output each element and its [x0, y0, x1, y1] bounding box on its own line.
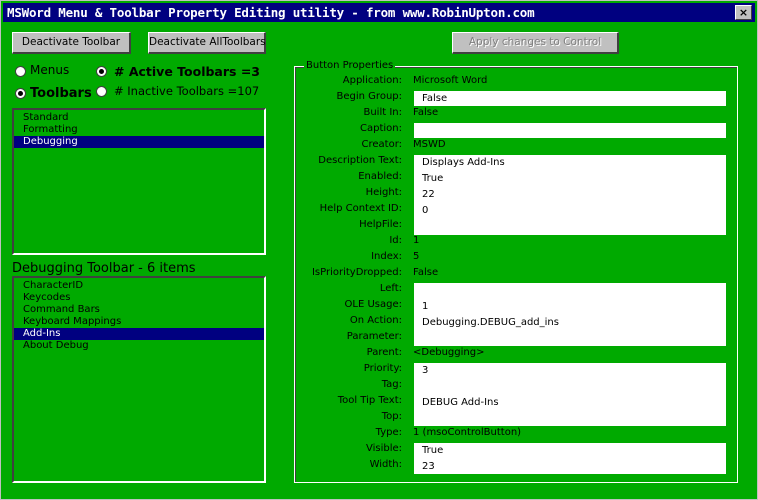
toolbars-radio-label[interactable]: Toolbars	[30, 86, 92, 101]
application-value: Microsoft Word	[413, 75, 488, 86]
application-label: Application:	[342, 75, 402, 86]
item-list-item[interactable]: Keyboard Mappings	[14, 316, 264, 328]
type-value: 1 (msoControlButton)	[413, 427, 522, 438]
built-in-label: Built In:	[363, 107, 402, 118]
index-value: 5	[413, 251, 420, 262]
ole-usage-label: OLE Usage:	[344, 299, 402, 310]
id-label: Id:	[389, 235, 402, 246]
apply-changes-button: Apply changes to Control	[452, 32, 619, 54]
button-properties-title: Button Properties	[304, 60, 396, 71]
item-list-item[interactable]: About Debug	[14, 340, 264, 352]
active-toolbars-radio[interactable]	[96, 66, 107, 77]
tag-label: Tag:	[381, 379, 402, 390]
item-list-item[interactable]: Command Bars	[14, 304, 264, 316]
tool-tip-text-value[interactable]: DEBUG Add-Ins	[422, 397, 499, 409]
item-list-item[interactable]: Keycodes	[14, 292, 264, 304]
inactive-toolbars-radio[interactable]	[96, 86, 107, 97]
main-window: MSWord Menu & Toolbar Property Editing u…	[0, 0, 758, 500]
priority-label: Priority:	[363, 363, 402, 374]
priority-value[interactable]: 3	[422, 365, 428, 377]
type-label: Type:	[375, 427, 402, 438]
description-text-value[interactable]: Displays Add-Ins	[422, 157, 505, 169]
left-label: Left:	[379, 283, 402, 294]
index-label: Index:	[371, 251, 402, 262]
toolbars-listbox[interactable]: Standard Formatting Debugging	[12, 108, 266, 255]
toolbar-items-caption: Debugging Toolbar - 6 items	[12, 261, 196, 276]
title-bar: MSWord Menu & Toolbar Property Editing u…	[3, 3, 755, 22]
begin-group-label: Begin Group:	[336, 91, 402, 102]
menus-radio-label[interactable]: Menus	[30, 63, 69, 77]
width-label: Width:	[369, 459, 402, 470]
toolbar-list-item[interactable]: Standard	[14, 112, 264, 124]
item-list-item-selected[interactable]: Add-Ins	[14, 328, 264, 340]
enabled-value[interactable]: True	[422, 173, 443, 185]
parent-value: <Debugging>	[413, 347, 485, 358]
deactivate-all-toolbars-button[interactable]: Deactivate AllToolbars	[148, 32, 266, 54]
begin-group-value[interactable]: False	[422, 93, 447, 105]
on-action-value[interactable]: Debugging.DEBUG_add_ins	[422, 317, 559, 329]
is-priority-dropped-label: IsPriorityDropped:	[311, 267, 402, 278]
item-list-item[interactable]: CharacterID	[14, 280, 264, 292]
menus-radio[interactable]	[15, 66, 26, 77]
close-button[interactable]: ×	[735, 5, 752, 20]
creator-value: MSWD	[413, 139, 446, 150]
inactive-toolbars-label[interactable]: # Inactive Toolbars =107	[114, 84, 259, 98]
toolbar-list-item[interactable]: Formatting	[14, 124, 264, 136]
visible-label: Visible:	[365, 443, 402, 454]
is-priority-dropped-value: False	[413, 267, 439, 278]
enabled-label: Enabled:	[358, 171, 402, 182]
built-in-value: False	[413, 107, 439, 118]
visible-width-field[interactable]	[414, 443, 726, 474]
creator-label: Creator:	[361, 139, 403, 150]
caption-field[interactable]	[414, 123, 726, 138]
parameter-label: Parameter:	[346, 331, 402, 342]
id-value: 1	[413, 235, 420, 246]
help-context-id-label: Help Context ID:	[319, 203, 402, 214]
begin-group-field[interactable]	[414, 91, 726, 106]
tool-tip-text-label: Tool Tip Text:	[337, 395, 402, 406]
on-action-label: On Action:	[349, 315, 402, 326]
active-toolbars-label[interactable]: # Active Toolbars =3	[114, 64, 260, 79]
toolbars-radio[interactable]	[15, 88, 26, 99]
visible-value[interactable]: True	[422, 445, 443, 457]
help-context-id-value[interactable]: 0	[422, 205, 428, 217]
parent-label: Parent:	[366, 347, 402, 358]
deactivate-toolbar-button[interactable]: Deactivate Toolbar	[12, 32, 131, 54]
height-value[interactable]: 22	[422, 189, 435, 201]
toolbar-list-item-selected[interactable]: Debugging	[14, 136, 264, 148]
window-title: MSWord Menu & Toolbar Property Editing u…	[7, 5, 535, 20]
height-label: Height:	[365, 187, 402, 198]
helpfile-label: HelpFile:	[359, 219, 402, 230]
caption-label: Caption:	[360, 123, 402, 134]
top-label: Top:	[381, 411, 402, 422]
priority-tag-tooltip-field[interactable]	[414, 363, 726, 426]
toolbar-items-listbox[interactable]: CharacterID Keycodes Command Bars Keyboa…	[12, 276, 266, 483]
left-ole-onaction-field[interactable]	[414, 283, 726, 346]
width-value[interactable]: 23	[422, 461, 435, 473]
description-text-label: Description Text:	[318, 155, 402, 166]
ole-usage-value[interactable]: 1	[422, 301, 428, 313]
